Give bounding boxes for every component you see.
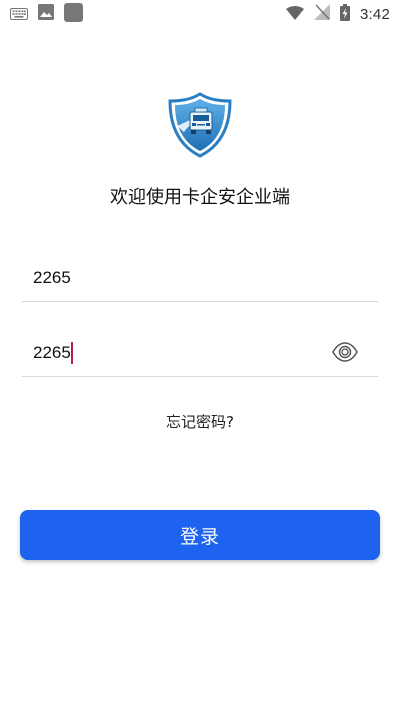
app-logo-truck-shield-icon (168, 92, 232, 158)
welcome-title: 欢迎使用卡企安企业端 (110, 187, 290, 208)
status-bar: 3:42 (0, 0, 400, 28)
wifi-icon (286, 5, 304, 24)
status-bar-right: 3:42 (286, 3, 390, 25)
password-field[interactable]: 2265 (22, 329, 378, 377)
account-field[interactable] (22, 254, 378, 302)
show-password-eye-icon[interactable] (332, 341, 358, 363)
status-time: 3:42 (360, 5, 390, 23)
forgot-password-link[interactable]: 忘记密码? (0, 411, 400, 432)
app-square-icon (64, 2, 83, 26)
password-input[interactable]: 2265 (22, 341, 73, 364)
no-signal-icon (314, 4, 330, 24)
text-cursor (70, 341, 73, 364)
login-screen: 3:42 欢迎使用卡企安企业端 2265 2265 忘记密码? 登录 (0, 0, 400, 711)
battery-charging-icon (340, 3, 350, 25)
image-icon (38, 4, 54, 24)
account-input[interactable] (22, 267, 333, 288)
keyboard-icon (10, 5, 28, 24)
password-text: 2265 (33, 342, 71, 362)
status-bar-left (10, 2, 83, 26)
login-button[interactable]: 登录 (20, 510, 380, 560)
